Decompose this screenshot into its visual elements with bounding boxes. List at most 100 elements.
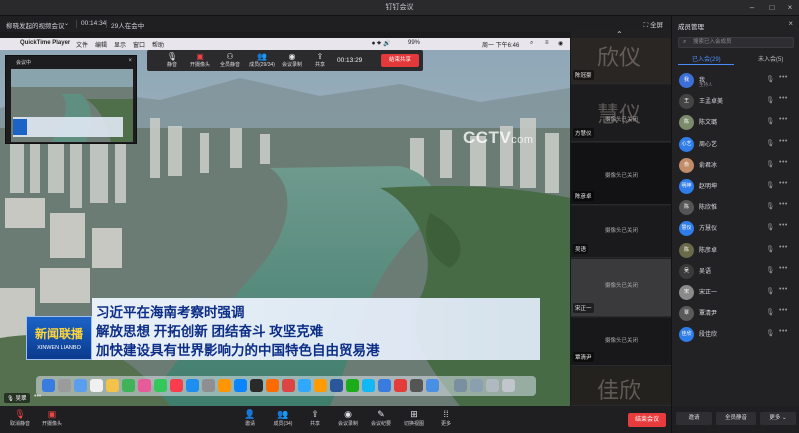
microphone-muted-icon[interactable]: 🎙 [766,75,774,83]
video-tile[interactable]: 摄像头已关闭 宋正一 [571,259,671,317]
microphone-muted-icon[interactable]: 🎙 [766,245,774,253]
more-options-icon[interactable]: ••• [779,222,788,229]
photos-icon[interactable] [138,379,151,392]
video-tile[interactable]: 摄像头已关闭 陈彦卓 [571,143,671,205]
search-icon[interactable]: ⌕ [530,40,533,47]
close-icon[interactable]: × [128,58,132,64]
member-row[interactable]: 俞俞君冰 🎙 ••• [672,155,799,176]
downloads-icon[interactable] [470,379,483,392]
end-share-button[interactable]: 结束共享 [381,54,419,67]
more-options-icon[interactable]: ••• [779,328,788,335]
fullscreen-button[interactable]: ⛶ 全屏 [644,19,663,30]
menu-window[interactable]: 窗口 [133,40,145,49]
microphone-muted-icon[interactable]: 🎙 [766,160,774,168]
invite-button[interactable]: 邀请 [676,412,712,425]
tab-not-joined[interactable]: 未入会(5) [758,54,783,63]
qq-icon[interactable] [362,379,375,392]
control-center-icon[interactable]: ≡ [545,40,549,46]
mute-all-button[interactable]: ⚇ 全员静音 [217,52,243,68]
camera-button[interactable]: ▣ 开摄像头 [187,52,213,68]
more-options-icon[interactable]: ••• [779,138,788,145]
video-tile[interactable]: 佳欣 [571,367,671,406]
appstore-icon[interactable] [186,379,199,392]
calendar-icon[interactable] [90,379,103,392]
more-options-icon[interactable]: ••• [779,74,788,81]
minutes-button[interactable]: ✎ 会议纪要 [369,409,393,427]
member-row[interactable]: 明坤 赵明坤 🎙 ••• [672,176,799,197]
microphone-muted-icon[interactable]: 🎙 [766,139,774,147]
member-row[interactable]: 宋宋正一 🎙 ••• [672,282,799,303]
more-options-icon[interactable]: ••• [779,307,788,314]
launchpad-icon[interactable] [58,379,71,392]
more-options-icon[interactable]: ••• [779,201,788,208]
more-options-icon[interactable]: ••• [779,180,788,187]
app-icon[interactable] [394,379,407,392]
member-row[interactable]: 吴吴语 🎙 ••• [672,261,799,282]
more-options-icon[interactable]: ••• [779,265,788,272]
member-row[interactable]: 陈陈彦卓 🎙 ••• [672,240,799,261]
more-toolbar-button[interactable]: ⁞⁞ 更多 [436,409,456,427]
pages-icon[interactable] [218,379,231,392]
microphone-muted-icon[interactable]: 🎙 [766,329,774,337]
more-options-icon[interactable]: ••• [779,95,788,102]
microphone-muted-icon[interactable]: 🎙 [766,117,774,125]
app-icon[interactable] [426,379,439,392]
switch-view-button[interactable]: ⊞ 切换视图 [402,409,426,427]
microphone-muted-icon[interactable]: 🎙 [766,223,774,231]
trash-icon[interactable] [502,379,515,392]
vlc-icon[interactable] [266,379,279,392]
more-options-icon[interactable]: ••• [779,159,788,166]
document-icon[interactable] [486,379,499,392]
member-row[interactable]: 心艺 周心艺 🎙 ••• [672,134,799,155]
photoshop-icon[interactable] [298,379,311,392]
folder-icon[interactable] [454,379,467,392]
chevron-down-icon[interactable]: ⌄ [64,20,69,27]
share-button[interactable]: ⇪ 共享 [307,52,333,68]
maximize-icon[interactable]: □ [766,2,778,14]
member-row[interactable]: 陈陈欣惟 🎙 ••• [672,197,799,218]
siri-icon[interactable]: ◉ [558,40,563,47]
app-icon[interactable] [282,379,295,392]
notes-icon[interactable] [106,379,119,392]
messages-icon[interactable] [154,379,167,392]
more-options-icon[interactable]: ••• [779,244,788,251]
microphone-muted-icon[interactable]: 🎙 [766,287,774,295]
end-meeting-button[interactable]: 结束会议 [628,413,666,427]
more-options-icon[interactable]: ••• [779,116,788,123]
member-row[interactable]: 王王孟卓美 🎙 ••• [672,91,799,112]
quicktime-icon[interactable] [410,379,423,392]
word-icon[interactable] [330,379,343,392]
menu-help[interactable]: 帮助 [152,40,164,49]
tab-joined[interactable]: 已入会(29) [692,54,721,63]
microphone-muted-icon[interactable]: 🎙 [766,96,774,104]
chevron-up-icon[interactable]: ⌃ [616,30,623,39]
more-button[interactable]: 更多 ⌄ [760,412,796,425]
terminal-icon[interactable] [250,379,263,392]
menu-view[interactable]: 显示 [114,40,126,49]
video-tile[interactable]: 摄像头已关闭 覃清尹 [571,318,671,366]
illustrator-icon[interactable] [314,379,327,392]
member-row[interactable]: 我我主持人 🎙 ••• [672,70,799,91]
mute-all-panel-button[interactable]: 全员静音 [716,412,756,425]
unmute-button[interactable]: 🎙 取消静音 [6,409,34,427]
member-row[interactable]: 慧仪 方慧仪 🎙 ••• [672,218,799,239]
microphone-muted-icon[interactable]: 🎙 [766,308,774,316]
record-button[interactable]: ◉ 会议录制 [279,52,305,68]
more-options-icon[interactable]: ••• [34,393,41,400]
invite-toolbar-button[interactable]: 👤 邀请 [240,409,260,427]
members-button[interactable]: 👥 成员(29/34) [247,52,277,68]
more-options-icon[interactable]: ••• [779,286,788,293]
share-toolbar-button[interactable]: ⇪ 共享 [305,409,325,427]
member-row[interactable]: 佳欣 段佳欣 🎙 ••• [672,324,799,345]
video-tile[interactable]: 慧仪 摄像头已关闭 方慧仪 [571,85,671,142]
mute-button[interactable]: 🎙 静音 [159,52,185,68]
camera-on-button[interactable]: ▣ 开摄像头 [38,409,66,427]
members-toolbar-button[interactable]: 👥 成员(34) [270,409,296,427]
minimize-icon[interactable]: – [746,2,758,14]
microphone-muted-icon[interactable]: 🎙 [766,202,774,210]
meeting-thumbnail[interactable]: 会议中 × [5,55,137,144]
member-row[interactable]: 覃覃清尹 🎙 ••• [672,303,799,324]
menu-file[interactable]: 文件 [76,40,88,49]
keynote-icon[interactable] [234,379,247,392]
video-tile[interactable]: 欣仪 陈冠豪 [571,38,671,84]
